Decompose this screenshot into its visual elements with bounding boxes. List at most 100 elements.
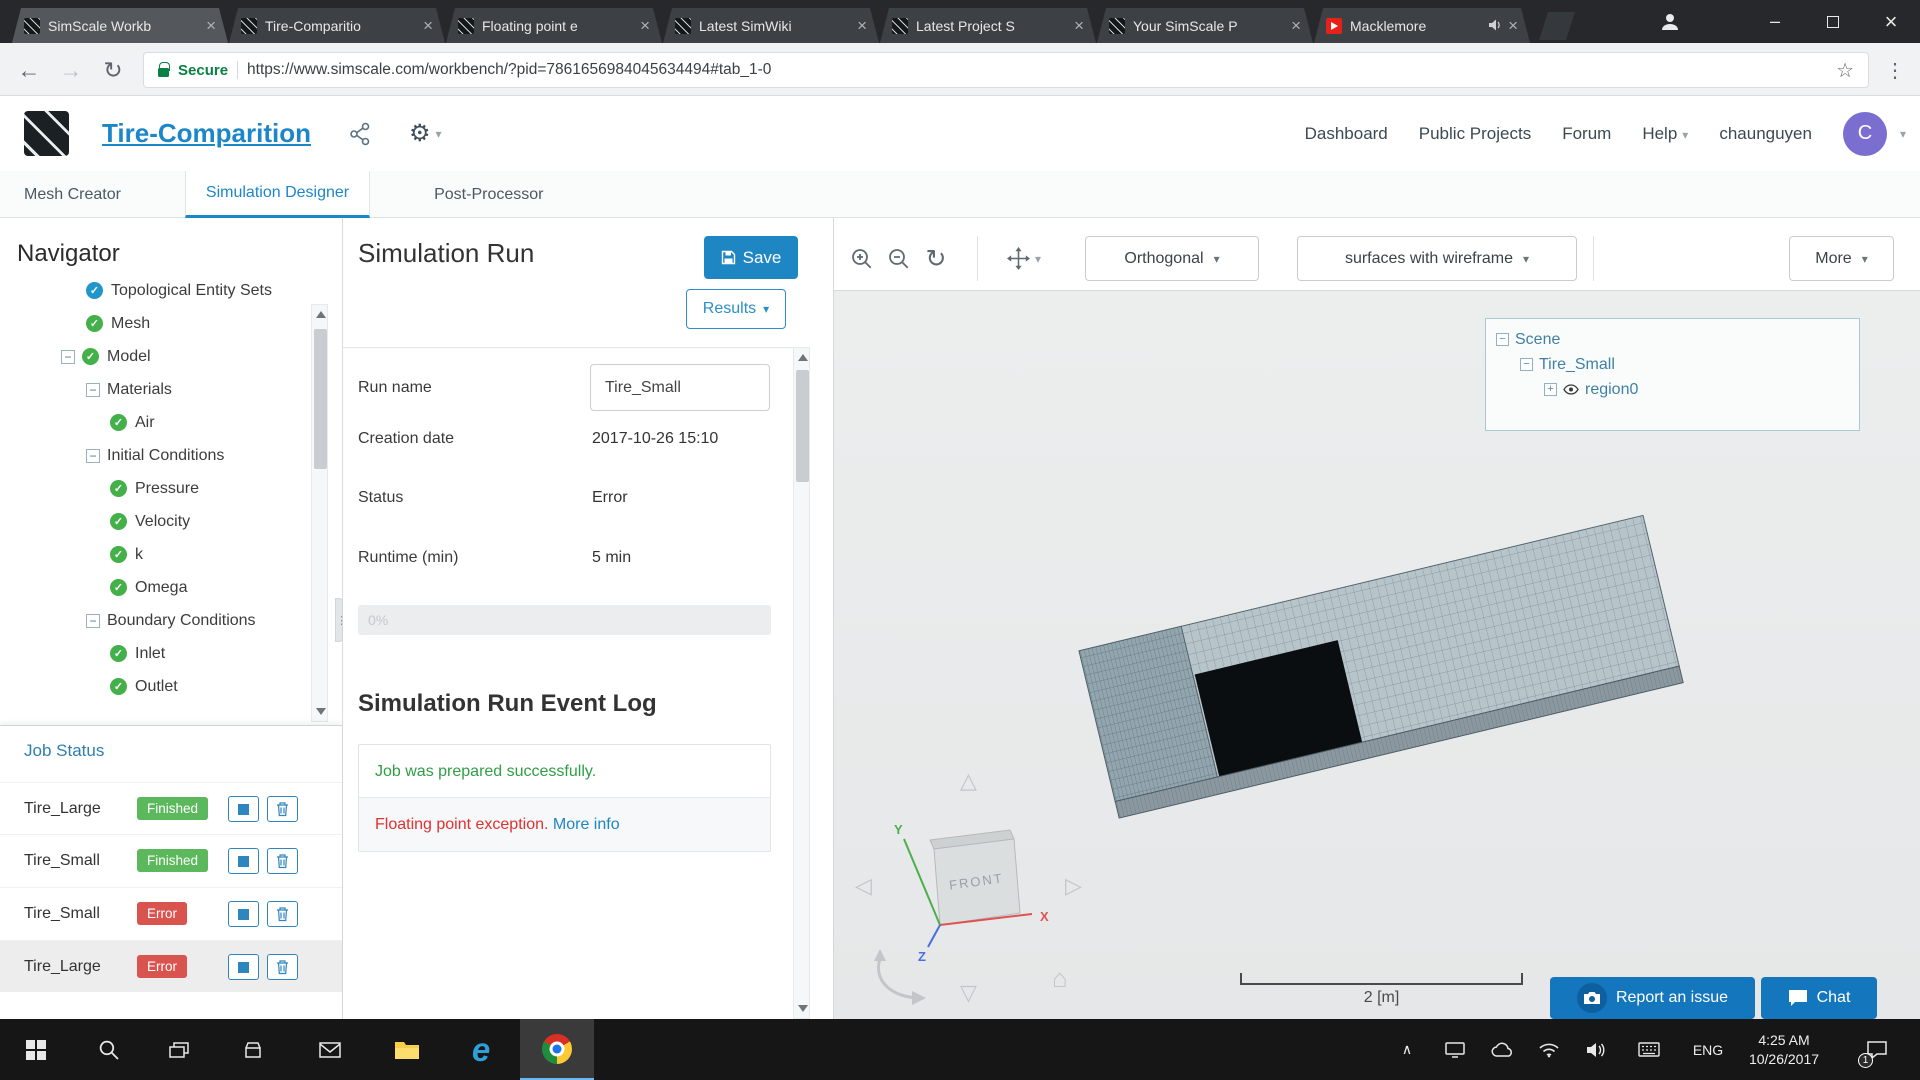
- tab-post-processor[interactable]: Post-Processor: [414, 171, 563, 218]
- url-text[interactable]: https://www.simscale.com/workbench/?pid=…: [247, 61, 1827, 79]
- render-area[interactable]: FRONT X Y Z △ ▽ ◁ ▷ ⌂: [834, 291, 1920, 1019]
- project-title[interactable]: Tire-Comparition: [102, 118, 311, 149]
- navigator-scrollbar[interactable]: [311, 304, 328, 722]
- tree-item-topological-entity-sets[interactable]: ✓ Topological Entity Sets: [0, 282, 310, 307]
- browser-tab-youtube-macklemore[interactable]: Macklemore ×: [1314, 8, 1530, 43]
- tree-item-mesh[interactable]: ✓ Mesh: [0, 307, 310, 340]
- file-explorer-taskbar-icon[interactable]: [385, 1019, 429, 1080]
- scroll-down-arrow[interactable]: [798, 1005, 808, 1012]
- scene-node-region0[interactable]: + region0: [1496, 377, 1859, 402]
- tree-item-outlet[interactable]: ✓ Outlet: [0, 670, 310, 703]
- delete-job-button[interactable]: [267, 954, 298, 980]
- stop-job-button[interactable]: [228, 954, 259, 980]
- nav-forum-link[interactable]: Forum: [1562, 124, 1611, 144]
- forward-button[interactable]: →: [52, 51, 90, 89]
- chat-button[interactable]: Chat: [1761, 977, 1877, 1019]
- tab-close-icon[interactable]: ×: [857, 17, 867, 34]
- tree-item-velocity[interactable]: ✓ Velocity: [0, 505, 310, 538]
- language-indicator[interactable]: ENG: [1686, 1019, 1730, 1080]
- job-row[interactable]: Tire_Small Finished: [0, 834, 342, 886]
- avatar[interactable]: C: [1843, 112, 1887, 156]
- tab-close-icon[interactable]: ×: [423, 17, 433, 34]
- tree-item-k[interactable]: ✓ k: [0, 538, 310, 571]
- browser-tab-floating-point[interactable]: Floating point e ×: [446, 8, 662, 43]
- wifi-icon[interactable]: [1527, 1019, 1571, 1080]
- tire-domain-mesh[interactable]: [1079, 515, 1683, 818]
- browser-tab-simscale-workbench[interactable]: SimScale Workb ×: [12, 8, 228, 43]
- tree-item-model[interactable]: − ✓ Model: [0, 340, 310, 373]
- mail-taskbar-icon[interactable]: [308, 1019, 352, 1080]
- tree-item-materials[interactable]: − Materials: [0, 373, 310, 406]
- job-row[interactable]: Tire_Small Error: [0, 887, 342, 939]
- scrollbar-thumb[interactable]: [796, 370, 809, 482]
- onedrive-cloud-icon[interactable]: [1481, 1019, 1525, 1080]
- tab-mesh-creator[interactable]: Mesh Creator: [4, 171, 141, 218]
- tray-expand-icon[interactable]: ∧: [1392, 1019, 1422, 1080]
- delete-job-button[interactable]: [267, 848, 298, 874]
- touch-keyboard-icon[interactable]: [1627, 1019, 1671, 1080]
- back-button[interactable]: ←: [10, 51, 48, 89]
- collapse-icon[interactable]: −: [1520, 358, 1533, 371]
- rotate-left-arrow[interactable]: ◁: [855, 873, 872, 899]
- tree-item-omega[interactable]: ✓ Omega: [0, 571, 310, 604]
- project-settings-button[interactable]: ⚙ ▾: [409, 119, 442, 148]
- refresh-view-icon[interactable]: ↻: [918, 236, 954, 281]
- scene-node-root[interactable]: − Scene: [1496, 327, 1859, 352]
- chrome-taskbar-icon[interactable]: [520, 1019, 594, 1080]
- edge-taskbar-icon[interactable]: e: [459, 1019, 503, 1080]
- tree-item-inlet[interactable]: ✓ Inlet: [0, 637, 310, 670]
- stop-job-button[interactable]: [228, 848, 259, 874]
- delete-job-button[interactable]: [267, 796, 298, 822]
- share-icon[interactable]: [349, 122, 371, 146]
- zoom-in-icon[interactable]: [844, 236, 880, 281]
- tab-close-icon[interactable]: ×: [1074, 17, 1084, 34]
- results-dropdown-button[interactable]: Results ▾: [686, 289, 786, 329]
- tab-close-icon[interactable]: ×: [640, 17, 650, 34]
- task-view-button[interactable]: [157, 1019, 201, 1080]
- start-button[interactable]: [14, 1019, 58, 1080]
- browser-tab-tire-comparition[interactable]: Tire-Comparitio ×: [229, 8, 445, 43]
- expand-icon[interactable]: +: [1544, 383, 1557, 396]
- panel-splitter-handle[interactable]: ⋮: [335, 598, 343, 642]
- scroll-up-arrow[interactable]: [798, 354, 808, 361]
- volume-icon[interactable]: [1574, 1019, 1618, 1080]
- maximize-button[interactable]: [1804, 0, 1862, 43]
- new-tab-button[interactable]: [1539, 12, 1575, 40]
- browser-profile-icon[interactable]: [1652, 8, 1688, 36]
- navigation-cube[interactable]: FRONT X Y Z: [894, 822, 1049, 964]
- tab-audio-icon[interactable]: [1488, 18, 1502, 34]
- panel-scrollbar[interactable]: [793, 347, 810, 1019]
- collapse-icon[interactable]: −: [1496, 333, 1509, 346]
- projection-dropdown[interactable]: Orthogonal ▾: [1085, 236, 1259, 281]
- nav-public-projects-link[interactable]: Public Projects: [1419, 124, 1531, 144]
- browser-tab-latest-project[interactable]: Latest Project S ×: [880, 8, 1096, 43]
- reload-button[interactable]: ↻: [94, 51, 132, 89]
- collapse-icon[interactable]: −: [61, 350, 75, 364]
- taskbar-clock[interactable]: 4:25 AM 10/26/2017: [1732, 1019, 1836, 1080]
- report-issue-button[interactable]: Report an issue: [1550, 977, 1755, 1019]
- store-taskbar-icon[interactable]: [231, 1019, 275, 1080]
- browser-tab-simwiki[interactable]: Latest SimWiki ×: [663, 8, 879, 43]
- save-button[interactable]: Save: [704, 236, 798, 279]
- username-label[interactable]: chaunguyen: [1719, 124, 1812, 144]
- tab-close-icon[interactable]: ×: [1508, 17, 1518, 34]
- simscale-logo[interactable]: [24, 111, 69, 156]
- more-dropdown[interactable]: More ▾: [1789, 236, 1894, 281]
- scrollbar-thumb[interactable]: [314, 329, 327, 469]
- collapse-icon[interactable]: −: [86, 383, 100, 397]
- tree-item-boundary-conditions[interactable]: − Boundary Conditions: [0, 604, 310, 637]
- action-center-button[interactable]: 1: [1855, 1019, 1899, 1080]
- scroll-down-arrow[interactable]: [316, 708, 326, 715]
- tree-item-air[interactable]: ✓ Air: [0, 406, 310, 439]
- bookmark-star-icon[interactable]: ☆: [1836, 58, 1854, 83]
- job-row[interactable]: Tire_Large Error: [0, 940, 342, 992]
- tray-display-icon[interactable]: [1433, 1019, 1477, 1080]
- delete-job-button[interactable]: [267, 901, 298, 927]
- rotate-right-arrow[interactable]: ▷: [1065, 873, 1082, 899]
- render-mode-dropdown[interactable]: surfaces with wireframe ▾: [1297, 236, 1577, 281]
- zoom-out-icon[interactable]: [881, 236, 917, 281]
- address-input[interactable]: Secure https://www.simscale.com/workbenc…: [143, 52, 1869, 88]
- rotate-up-arrow[interactable]: △: [960, 768, 977, 794]
- minimize-button[interactable]: –: [1746, 0, 1804, 43]
- stop-job-button[interactable]: [228, 901, 259, 927]
